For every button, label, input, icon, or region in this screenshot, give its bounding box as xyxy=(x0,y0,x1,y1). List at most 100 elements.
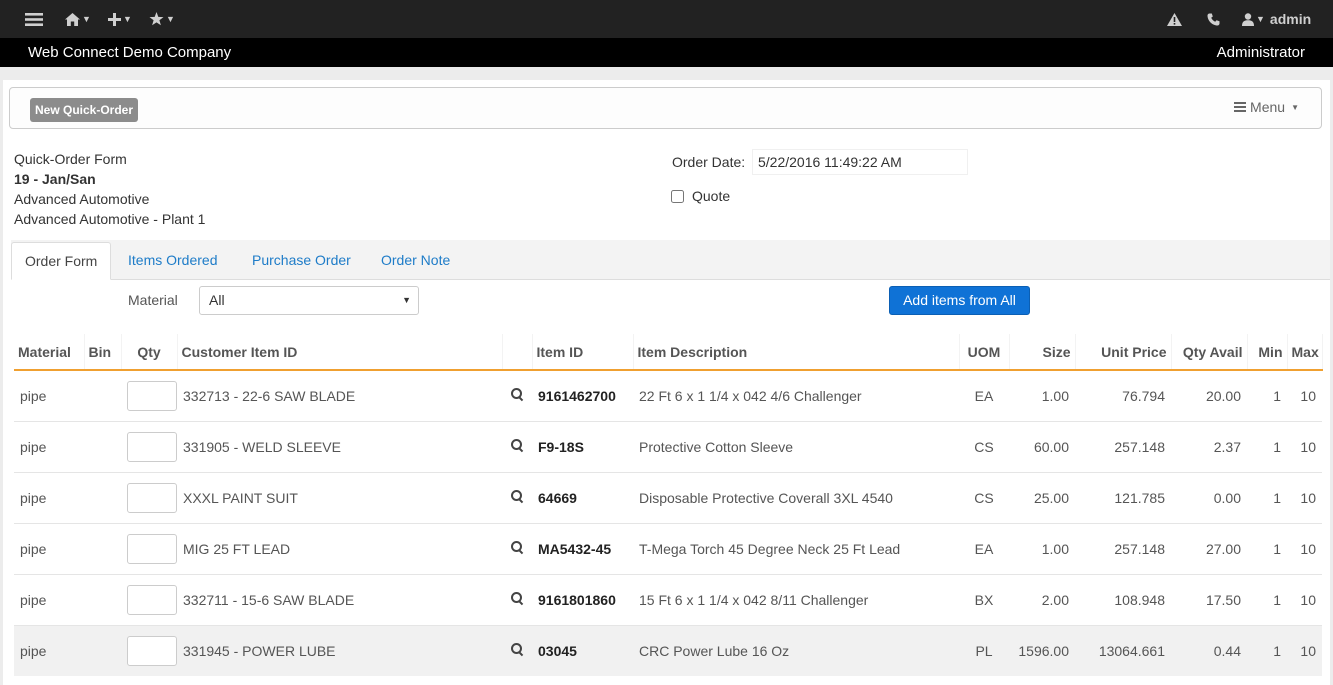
new-quick-order-button[interactable]: New Quick-Order xyxy=(30,98,139,122)
user-icon xyxy=(1242,12,1254,26)
cell-size: 2.00 xyxy=(1009,573,1075,625)
col-header-item-description[interactable]: Item Description xyxy=(633,334,960,371)
order-code: 19 - Jan/San xyxy=(14,171,96,187)
cell-max: 10 xyxy=(1287,522,1322,574)
col-header-uom[interactable]: UOM xyxy=(959,334,1010,371)
table-row: pipe 331945 - POWER LUBE 03045 CRC Power… xyxy=(14,624,1322,676)
user-role: Administrator xyxy=(1216,44,1305,61)
cell-customer-item-id: XXXL PAINT SUIT xyxy=(177,471,502,523)
cell-item-description: 22 Ft 6 x 1 1/4 x 042 4/6 Challenger xyxy=(633,369,959,421)
search-icon[interactable] xyxy=(510,489,524,503)
search-icon[interactable] xyxy=(510,591,524,605)
qty-input[interactable] xyxy=(127,635,177,666)
tab-purchase-order[interactable]: Purchase Order xyxy=(239,242,364,280)
cell-item-description: 15 Ft 6 x 1 1/4 x 042 8/11 Challenger xyxy=(633,573,959,625)
menu-dropdown-button[interactable]: Menu ▼ xyxy=(1234,99,1299,115)
cell-uom: PL xyxy=(959,624,1009,676)
cell-qty-avail: 27.00 xyxy=(1171,522,1247,574)
list-icon xyxy=(1234,100,1247,114)
col-header-qty-avail[interactable]: Qty Avail xyxy=(1171,334,1248,371)
cell-item-id: F9-18S xyxy=(532,420,633,472)
company-name: Web Connect Demo Company xyxy=(28,44,232,61)
add-dropdown[interactable]: ▼ xyxy=(108,0,132,38)
caret-down-icon: ▼ xyxy=(166,14,175,24)
col-header-min[interactable]: Min xyxy=(1247,334,1288,371)
cell-customer-item-id: 332713 - 22-6 SAW BLADE xyxy=(177,369,502,421)
col-header-item-id[interactable]: Item ID xyxy=(532,334,634,371)
cell-item-id: 9161462700 xyxy=(532,369,633,421)
cell-material: pipe xyxy=(14,420,84,472)
qty-input[interactable] xyxy=(127,584,177,615)
quote-label: Quote xyxy=(692,188,731,204)
search-icon[interactable] xyxy=(510,438,524,452)
cell-min: 1 xyxy=(1247,624,1287,676)
quote-checkbox[interactable] xyxy=(671,189,684,203)
cell-unit-price: 108.948 xyxy=(1075,573,1171,625)
col-header-material[interactable]: Material xyxy=(14,334,85,371)
star-icon xyxy=(149,12,164,26)
hamburger-menu-icon[interactable] xyxy=(25,0,43,38)
col-header-size[interactable]: Size xyxy=(1009,334,1076,371)
cell-unit-price: 257.148 xyxy=(1075,522,1171,574)
caret-down-icon: ▼ xyxy=(82,14,91,24)
home-dropdown[interactable]: ▼ xyxy=(65,0,91,38)
search-icon[interactable] xyxy=(510,387,524,401)
caret-down-icon: ▼ xyxy=(123,14,132,24)
col-header-bin[interactable]: Bin xyxy=(84,334,122,371)
add-items-button[interactable]: Add items from All xyxy=(889,286,1030,315)
col-header-max[interactable]: Max xyxy=(1287,334,1323,371)
tab-order-note[interactable]: Order Note xyxy=(368,242,463,280)
cell-size: 1.00 xyxy=(1009,369,1075,421)
cell-bin xyxy=(84,624,121,676)
form-title: Quick-Order Form xyxy=(14,151,127,167)
material-label: Material xyxy=(128,292,178,308)
cell-material: pipe xyxy=(14,471,84,523)
col-header-unit-price[interactable]: Unit Price xyxy=(1075,334,1172,371)
cell-qty-avail: 2.37 xyxy=(1171,420,1247,472)
cell-size: 1.00 xyxy=(1009,522,1075,574)
search-icon[interactable] xyxy=(510,540,524,554)
ship-to-name: Advanced Automotive - Plant 1 xyxy=(14,211,206,227)
cell-size: 60.00 xyxy=(1009,420,1075,472)
material-selected-value: All xyxy=(209,292,225,308)
cell-customer-item-id: 332711 - 15-6 SAW BLADE xyxy=(177,573,502,625)
cell-bin xyxy=(84,471,121,523)
tab-items-ordered[interactable]: Items Ordered xyxy=(115,242,230,280)
qty-input[interactable] xyxy=(127,533,177,564)
cell-uom: EA xyxy=(959,522,1009,574)
table-row: pipe XXXL PAINT SUIT 64669 Disposable Pr… xyxy=(14,471,1322,523)
cell-uom: CS xyxy=(959,420,1009,472)
cell-item-description: Disposable Protective Coverall 3XL 4540 xyxy=(633,471,959,523)
col-header-lookup xyxy=(502,334,533,371)
alert-icon[interactable] xyxy=(1167,0,1182,38)
cell-uom: CS xyxy=(959,471,1009,523)
qty-input[interactable] xyxy=(127,482,177,513)
col-header-qty[interactable]: Qty xyxy=(121,334,178,371)
user-dropdown[interactable]: ▼ admin xyxy=(1242,0,1311,38)
qty-input[interactable] xyxy=(127,431,177,462)
tab-strip: Order Form Items Ordered Purchase Order … xyxy=(11,240,1330,280)
cell-item-id: 64669 xyxy=(532,471,633,523)
material-select[interactable]: All ▼ xyxy=(199,286,419,315)
cell-unit-price: 13064.661 xyxy=(1075,624,1171,676)
order-date-input[interactable] xyxy=(752,149,968,175)
quote-option[interactable]: Quote xyxy=(671,188,730,204)
cell-max: 10 xyxy=(1287,369,1322,421)
favorites-dropdown[interactable]: ▼ xyxy=(149,0,175,38)
qty-input[interactable] xyxy=(127,380,177,411)
username: admin xyxy=(1269,11,1312,27)
customer-name: Advanced Automotive xyxy=(14,191,150,207)
cell-item-id: 03045 xyxy=(532,624,633,676)
tab-order-form[interactable]: Order Form xyxy=(11,242,112,280)
cell-min: 1 xyxy=(1247,369,1287,421)
cell-bin xyxy=(84,369,121,421)
company-bar: Web Connect Demo Company Administrator xyxy=(0,38,1333,67)
cell-min: 1 xyxy=(1247,420,1287,472)
table-header-row: Material Bin Qty Customer Item ID Item I… xyxy=(14,334,1323,371)
col-header-customer-item-id[interactable]: Customer Item ID xyxy=(177,334,503,371)
phone-icon[interactable] xyxy=(1207,0,1220,38)
cell-size: 25.00 xyxy=(1009,471,1075,523)
search-icon[interactable] xyxy=(510,642,524,656)
toolbar-panel: New Quick-Order Menu ▼ xyxy=(9,87,1322,129)
caret-down-icon: ▼ xyxy=(1291,102,1299,112)
